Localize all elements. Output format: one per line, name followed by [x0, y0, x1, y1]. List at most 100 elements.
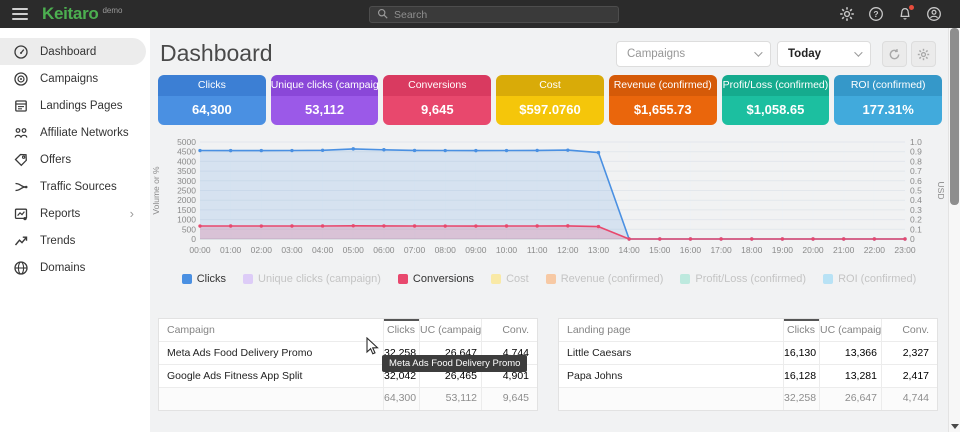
campaigns-filter-dropdown[interactable]: Campaigns — [616, 41, 771, 67]
svg-text:0.8: 0.8 — [910, 156, 922, 166]
legend-swatch — [491, 274, 501, 284]
sidebar-item-label: Affiliate Networks — [40, 127, 129, 139]
svg-text:08:00: 08:00 — [435, 245, 457, 255]
legend-swatch — [546, 274, 556, 284]
svg-text:4000: 4000 — [177, 156, 196, 166]
scrollbar-down-arrow-icon[interactable] — [951, 424, 959, 429]
svg-text:Volume or %: Volume or % — [151, 166, 161, 215]
legend-item-unique-clicks-campaign[interactable]: Unique clicks (campaign) — [243, 273, 381, 285]
chevron-down-icon — [754, 48, 762, 56]
metric-card-profit-loss-confirmed[interactable]: Profit/Loss (confirmed)$1,058.65 — [722, 75, 830, 125]
metric-card-label: Cost — [496, 75, 604, 96]
date-range-dropdown[interactable]: Today — [777, 41, 871, 67]
legend-swatch — [182, 274, 192, 284]
metric-card-value: 177.31% — [834, 96, 942, 125]
legend-label: Unique clicks (campaign) — [258, 273, 381, 285]
svg-text:19:00: 19:00 — [772, 245, 794, 255]
scrollbar-thumb[interactable] — [950, 28, 959, 205]
footer-value — [559, 388, 783, 410]
metric-card-value: 9,645 — [383, 96, 491, 125]
svg-text:17:00: 17:00 — [710, 245, 732, 255]
hamburger-menu-icon[interactable] — [12, 8, 28, 20]
column-header-clicks[interactable]: Clicks — [383, 319, 419, 341]
legend-item-profit-loss-confirmed[interactable]: Profit/Loss (confirmed) — [680, 273, 806, 285]
campaigns-filter-value: Campaigns — [627, 48, 685, 60]
sidebar-item-offers[interactable]: Offers — [0, 146, 146, 173]
domains-icon — [13, 260, 29, 276]
sidebar-item-landings-pages[interactable]: Landings Pages — [0, 92, 146, 119]
legend-item-conversions[interactable]: Conversions — [398, 273, 474, 285]
metric-card-value: $597.0760 — [496, 96, 604, 125]
campaigns-icon — [13, 71, 29, 87]
legend-item-clicks[interactable]: Clicks — [182, 273, 226, 285]
svg-text:0.4: 0.4 — [910, 195, 922, 205]
metric-card-label: Revenue (confirmed) — [609, 75, 717, 96]
metric-card-unique-clicks-campaign[interactable]: Unique clicks (campaign)53,112 — [271, 75, 379, 125]
row-value: 16,130 — [783, 342, 819, 364]
sidebar-item-domains[interactable]: Domains — [0, 254, 146, 281]
metric-card-conversions[interactable]: Conversions9,645 — [383, 75, 491, 125]
svg-text:00:00: 00:00 — [189, 245, 211, 255]
row-value: 2,327 — [881, 342, 937, 364]
traffic-icon — [13, 179, 29, 195]
legend-swatch — [243, 274, 253, 284]
svg-text:21:00: 21:00 — [833, 245, 855, 255]
sidebar-item-label: Campaigns — [40, 73, 98, 85]
help-icon[interactable]: ? — [868, 6, 884, 22]
legend-label: Clicks — [197, 273, 226, 285]
svg-text:0: 0 — [191, 234, 196, 244]
table-header-row: CampaignClicksUC (campaign)Conv. — [159, 319, 537, 342]
svg-text:15:00: 15:00 — [649, 245, 671, 255]
affiliate-icon — [13, 125, 29, 141]
svg-text:1.0: 1.0 — [910, 137, 922, 147]
offers-icon — [13, 152, 29, 168]
column-header-campaign[interactable]: Campaign — [159, 319, 383, 341]
refresh-button[interactable] — [882, 41, 907, 67]
user-account-icon[interactable] — [926, 6, 942, 22]
svg-text:09:00: 09:00 — [465, 245, 487, 255]
sidebar-item-campaigns[interactable]: Campaigns — [0, 65, 146, 92]
column-header-clicks[interactable]: Clicks — [783, 319, 819, 341]
reports-icon — [13, 206, 29, 222]
vertical-scrollbar[interactable] — [948, 28, 960, 432]
svg-text:1000: 1000 — [177, 215, 196, 225]
svg-text:03:00: 03:00 — [281, 245, 303, 255]
row-value: 13,366 — [819, 342, 881, 364]
legend-label: Revenue (confirmed) — [561, 273, 664, 285]
column-header-uc-campaign[interactable]: UC (campaign) — [419, 319, 481, 341]
svg-text:10:00: 10:00 — [496, 245, 518, 255]
table-row[interactable]: Papa Johns16,12813,2812,417 — [559, 365, 937, 388]
metric-card-revenue-confirmed[interactable]: Revenue (confirmed)$1,655.73 — [609, 75, 717, 125]
settings-icon[interactable] — [839, 6, 855, 22]
search-input[interactable] — [394, 9, 611, 21]
legend-item-cost[interactable]: Cost — [491, 273, 529, 285]
column-header-landing-page[interactable]: Landing page — [559, 319, 783, 341]
sidebar-item-dashboard[interactable]: Dashboard — [0, 38, 146, 65]
sidebar-item-trends[interactable]: Trends — [0, 227, 146, 254]
dashboard-settings-button[interactable] — [911, 41, 936, 67]
column-header-conv[interactable]: Conv. — [481, 319, 537, 341]
svg-text:0.5: 0.5 — [910, 186, 922, 196]
legend-swatch — [398, 274, 408, 284]
svg-text:2000: 2000 — [177, 195, 196, 205]
metric-card-clicks[interactable]: Clicks64,300 — [158, 75, 266, 125]
global-search[interactable] — [369, 6, 619, 23]
metric-card-label: ROI (confirmed) — [834, 75, 942, 96]
footer-value: 53,112 — [419, 388, 481, 410]
legend-item-revenue-confirmed[interactable]: Revenue (confirmed) — [546, 273, 664, 285]
column-header-uc-campaign[interactable]: UC (campaign) — [819, 319, 881, 341]
row-value: 16,128 — [783, 365, 819, 387]
sidebar-item-reports[interactable]: Reports› — [0, 200, 146, 227]
legend-item-roi-confirmed[interactable]: ROI (confirmed) — [823, 273, 916, 285]
sidebar-item-traffic-sources[interactable]: Traffic Sources — [0, 173, 146, 200]
column-header-conv[interactable]: Conv. — [881, 319, 937, 341]
sidebar-item-affiliate-networks[interactable]: Affiliate Networks — [0, 119, 146, 146]
svg-text:0.3: 0.3 — [910, 205, 922, 215]
table-row[interactable]: Little Caesars16,13013,3662,327 — [559, 342, 937, 365]
notifications-bell-icon[interactable] — [897, 6, 913, 22]
metric-card-cost[interactable]: Cost$597.0760 — [496, 75, 604, 125]
svg-text:3000: 3000 — [177, 176, 196, 186]
svg-text:0.1: 0.1 — [910, 224, 922, 234]
landing-pages-table: Landing pageClicksUC (campaign)Conv.Litt… — [558, 318, 938, 411]
metric-card-roi-confirmed[interactable]: ROI (confirmed)177.31% — [834, 75, 942, 125]
